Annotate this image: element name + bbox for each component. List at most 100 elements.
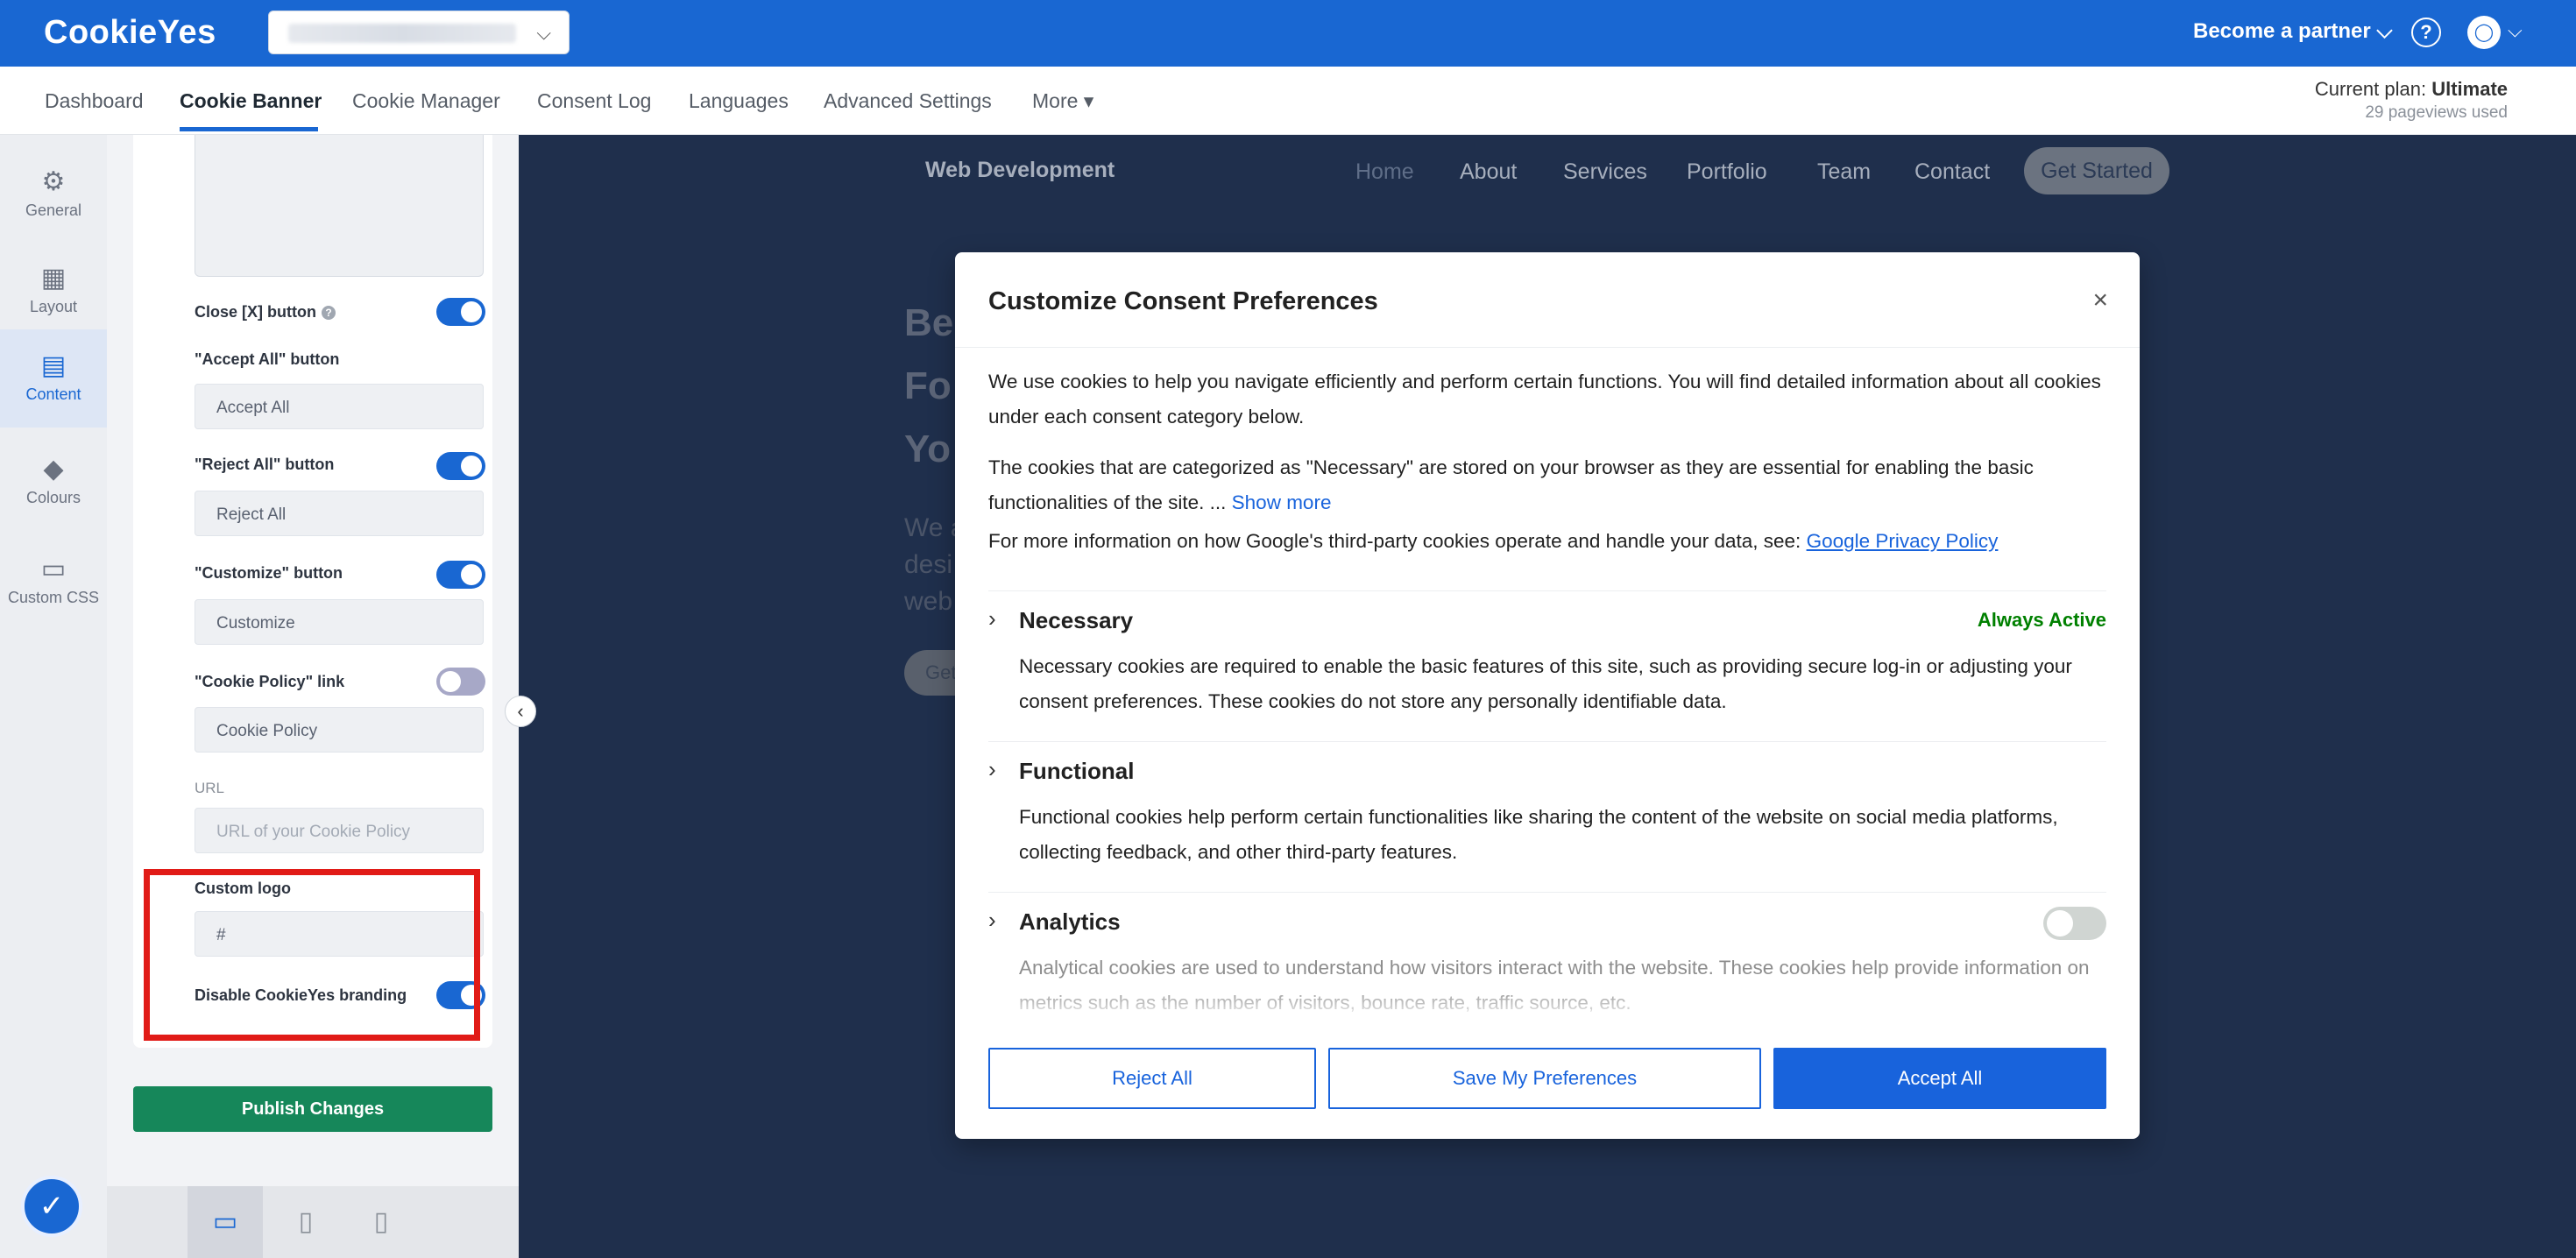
category-necessary[interactable]: › Necessary Always Active Necessary cook… [988, 590, 2106, 741]
css-file-icon: ▭ [40, 555, 67, 583]
close-icon[interactable]: × [2092, 286, 2108, 315]
site-nav-portfolio: Portfolio [1687, 159, 1767, 184]
rail-custom-css[interactable]: ▭ Custom CSS [0, 543, 107, 640]
url-input[interactable]: URL of your Cookie Policy [195, 808, 484, 853]
reject-all-toggle[interactable] [436, 452, 485, 480]
rail-label: General [25, 201, 82, 219]
help-icon[interactable]: ? [321, 306, 336, 321]
tab-cookie-manager[interactable]: Cookie Manager [352, 89, 500, 113]
chevron-right-icon[interactable]: › [988, 907, 996, 934]
tab-dashboard[interactable]: Dashboard [45, 89, 144, 113]
site-nav-services: Services [1563, 159, 1647, 184]
site-nav-contact: Contact [1914, 159, 1991, 184]
rail-label: Layout [29, 298, 78, 315]
hero-line: Be [904, 301, 954, 344]
reject-all-button[interactable]: Reject All [988, 1048, 1316, 1109]
document-icon: ▤ [40, 351, 67, 380]
site-get-started: Get Started [2024, 147, 2169, 194]
pageviews-used: 29 pageviews used [2365, 103, 2508, 122]
chevron-down-icon: ⌵ [536, 22, 551, 44]
accept-all-button[interactable]: Accept All [1773, 1048, 2106, 1109]
help-icon[interactable]: ? [2411, 18, 2441, 47]
gear-icon: ⚙ [41, 167, 66, 196]
tab-consent-log[interactable]: Consent Log [537, 89, 651, 113]
top-bar: CookieYes ⌵ Become a partner ⌵ ? ◯ ⌵ [0, 0, 2576, 67]
close-button-toggle[interactable] [436, 298, 485, 326]
consent-preferences-modal: Customize Consent Preferences × We use c… [955, 252, 2140, 1139]
device-preview-bar: ▭ ▯ ▯ [107, 1186, 519, 1258]
user-avatar-icon[interactable]: ◯ [2467, 16, 2501, 49]
category-description: Functional cookies help perform certain … [1019, 806, 2058, 863]
rail-content[interactable]: ▤ Content [0, 329, 107, 428]
save-preferences-button[interactable]: Save My Preferences [1328, 1048, 1761, 1109]
site-nav-home: Home [1355, 159, 1414, 184]
close-button-label: Close [X] button? [195, 303, 336, 322]
hero-line: Fo [904, 364, 952, 407]
current-plan: Current plan: Ultimate [2315, 78, 2508, 101]
rail-label: Content [25, 385, 81, 403]
plan-label: Current plan: [2314, 78, 2432, 100]
rail-colours[interactable]: ◆ Colours [0, 443, 107, 531]
become-partner-menu[interactable]: Become a partner ⌵ [2193, 19, 2393, 44]
tab-advanced-settings[interactable]: Advanced Settings [824, 89, 992, 113]
intro-text: We use cookies to help you navigate effi… [988, 371, 2101, 428]
hero-sub: web [904, 587, 953, 616]
website-name-blurred [288, 24, 516, 43]
publish-changes-button[interactable]: Publish Changes [133, 1086, 492, 1132]
site-nav-team: Team [1817, 159, 1872, 184]
google-note: For more information on how Google's thi… [988, 530, 1999, 552]
necessary-note: The cookies that are categorized as "Nec… [988, 456, 2034, 513]
tab-cookie-banner[interactable]: Cookie Banner [180, 89, 322, 113]
cookie-policy-input[interactable]: Cookie Policy [195, 707, 484, 753]
plan-value: Ultimate [2431, 78, 2508, 100]
customize-toggle[interactable] [436, 561, 485, 589]
category-title[interactable]: Functional [1019, 758, 1134, 785]
category-title[interactable]: Necessary [1019, 607, 1133, 634]
modal-title: Customize Consent Preferences [988, 287, 1378, 315]
description-textarea[interactable] [195, 135, 484, 277]
analytics-toggle[interactable] [2043, 907, 2106, 940]
site-brand: Web Development [925, 158, 1115, 182]
consent-widget-icon[interactable]: ✓ [21, 1176, 82, 1237]
rail-layout[interactable]: ▦ Layout [0, 252, 107, 340]
customize-label: "Customize" button [195, 564, 343, 582]
customize-input[interactable]: Customize [195, 599, 484, 645]
show-more-link[interactable]: Show more [1232, 491, 1332, 513]
mobile-icon[interactable]: ▯ [343, 1186, 419, 1258]
divider [955, 347, 2140, 348]
tablet-icon[interactable]: ▯ [268, 1186, 343, 1258]
website-preview: Web Development Home About Services Port… [519, 135, 2576, 1258]
active-tab-indicator [180, 127, 318, 131]
chevron-down-icon[interactable]: ⌵ [2508, 19, 2523, 42]
main-nav: Dashboard Cookie Banner Cookie Manager C… [0, 67, 2576, 135]
layout-icon: ▦ [40, 264, 67, 293]
always-active-badge: Always Active [1977, 609, 2106, 631]
reject-all-input[interactable]: Reject All [195, 491, 484, 536]
reject-all-label: "Reject All" button [195, 456, 335, 473]
google-privacy-link[interactable]: Google Privacy Policy [1807, 530, 1999, 552]
website-selector[interactable]: ⌵ [268, 11, 570, 54]
url-label: URL [195, 780, 225, 796]
chevron-right-icon[interactable]: › [988, 605, 996, 633]
content-settings-panel: Close [X] button? "Accept All" button Ac… [107, 135, 519, 1258]
cookie-policy-toggle[interactable] [436, 668, 485, 696]
cookieyes-logo[interactable]: CookieYes [44, 14, 216, 52]
collapse-panel-icon[interactable]: ‹ [505, 696, 536, 727]
rail-label: Custom CSS [7, 589, 100, 606]
desktop-icon[interactable]: ▭ [188, 1186, 263, 1258]
hero-line: Yo [904, 428, 951, 470]
accept-all-input[interactable]: Accept All [195, 384, 484, 429]
rail-general[interactable]: ⚙ General [0, 156, 107, 244]
cookie-policy-label: "Cookie Policy" link [195, 673, 345, 690]
accept-all-label: "Accept All" button [195, 350, 340, 368]
paint-bucket-icon: ◆ [43, 455, 64, 484]
category-functional[interactable]: › Functional Functional cookies help per… [988, 741, 2106, 892]
tab-more[interactable]: More ▾ [1032, 89, 1093, 113]
hero-sub: desi [904, 550, 953, 579]
settings-rail: ⚙ General ▦ Layout ▤ Content ◆ Colours ▭… [0, 135, 107, 1258]
rail-label: Colours [25, 489, 81, 506]
tab-languages[interactable]: Languages [689, 89, 789, 113]
chevron-right-icon[interactable]: › [988, 756, 996, 783]
category-title[interactable]: Analytics [1019, 908, 1121, 936]
scroll-fade [955, 993, 2140, 1023]
